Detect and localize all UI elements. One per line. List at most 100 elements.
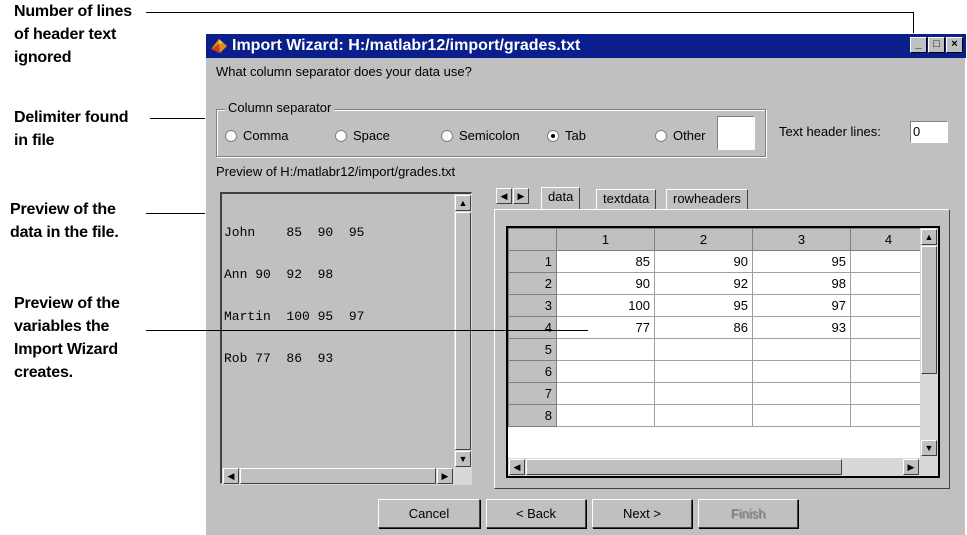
table-cell[interactable] (654, 338, 753, 361)
table-row: 5 (508, 338, 927, 361)
table-cell[interactable] (556, 360, 655, 383)
table-cell[interactable]: 95 (752, 250, 851, 273)
table-cell[interactable] (752, 404, 851, 427)
variable-grid: 1 2 3 4 1 85 90 95 2 90 92 98 3 100 95 97 4 77 86 93… (506, 226, 940, 478)
row-header[interactable]: 6 (508, 360, 557, 383)
table-cell[interactable]: 98 (752, 272, 851, 295)
back-button[interactable]: < Back (486, 499, 586, 528)
next-button[interactable]: Next > (592, 499, 692, 528)
table-cell[interactable] (850, 338, 927, 361)
table-cell[interactable] (752, 338, 851, 361)
preview-vertical-scrollbar[interactable]: ▲ ▼ (454, 194, 472, 468)
table-row: 1 85 90 95 (508, 250, 927, 273)
radio-comma[interactable]: Comma (225, 128, 289, 143)
close-button[interactable]: × (946, 37, 963, 53)
data-table: 1 2 3 4 1 85 90 95 2 90 92 98 3 100 95 97 4 77 86 93… (508, 228, 927, 427)
tab-textdata[interactable]: textdata (596, 189, 657, 209)
table-cell[interactable]: 90 (556, 272, 655, 295)
row-header[interactable]: 7 (508, 382, 557, 405)
maximize-button[interactable]: □ (928, 37, 945, 53)
table-cell[interactable]: 85 (556, 250, 655, 273)
table-row: 2 90 92 98 (508, 272, 927, 295)
table-cell[interactable] (850, 404, 927, 427)
scroll-thumb-horizontal[interactable] (526, 459, 842, 475)
tab-scroll-right-icon[interactable]: ▶ (513, 188, 529, 204)
radio-dot (335, 130, 347, 142)
table-cell[interactable] (752, 382, 851, 405)
preview-lines: John 85 90 95 Ann 90 92 98 Martin 100 95… (224, 225, 365, 366)
scroll-thumb[interactable] (921, 246, 937, 374)
table-cell[interactable]: 100 (556, 294, 655, 317)
table-cell[interactable]: 86 (654, 316, 753, 339)
callout-variables-preview: Preview of the variables the Import Wiza… (14, 295, 120, 381)
scroll-right-arrow-icon[interactable]: ▶ (903, 459, 919, 475)
row-header[interactable]: 4 (508, 316, 557, 339)
table-cell[interactable]: 95 (654, 294, 753, 317)
scroll-left-arrow-icon[interactable]: ◀ (223, 468, 239, 484)
table-cell[interactable]: 77 (556, 316, 655, 339)
table-cell[interactable]: 90 (654, 250, 753, 273)
leader-header-lines (146, 12, 914, 13)
column-header[interactable]: 3 (752, 228, 851, 251)
tab-rowheaders[interactable]: rowheaders (666, 189, 748, 209)
table-row: 4 77 86 93 (508, 316, 927, 339)
row-header[interactable]: 5 (508, 338, 557, 361)
scroll-down-arrow-icon[interactable]: ▼ (921, 440, 937, 456)
table-cell[interactable] (654, 404, 753, 427)
row-header[interactable]: 2 (508, 272, 557, 295)
scroll-right-arrow-icon[interactable]: ▶ (437, 468, 453, 484)
radio-dot (225, 130, 237, 142)
header-lines-label: Text header lines: (779, 124, 881, 139)
cancel-button[interactable]: Cancel (378, 499, 480, 528)
table-cell[interactable]: 92 (654, 272, 753, 295)
radio-dot (441, 130, 453, 142)
tab-data[interactable]: data (541, 187, 581, 209)
table-cell[interactable]: 97 (752, 294, 851, 317)
preview-horizontal-scrollbar[interactable]: ◀ ▶ (222, 468, 472, 485)
radio-space[interactable]: Space (335, 128, 390, 143)
radio-tab[interactable]: Tab (547, 128, 586, 143)
table-cell[interactable] (850, 316, 927, 339)
table-cell[interactable] (654, 360, 753, 383)
tab-scroll-left-icon[interactable]: ◀ (496, 188, 512, 204)
scroll-down-arrow-icon[interactable]: ▼ (455, 451, 471, 467)
finish-button[interactable]: Finish (698, 499, 798, 528)
scroll-thumb-horizontal[interactable] (240, 468, 436, 484)
table-cell[interactable] (556, 404, 655, 427)
window-title: Import Wizard: H:/matlabr12/import/grade… (232, 37, 581, 54)
other-separator-input[interactable] (717, 116, 755, 150)
grid-vertical-scrollbar[interactable]: ▲ ▼ (920, 228, 938, 458)
table-cell[interactable] (850, 250, 927, 273)
scroll-left-arrow-icon[interactable]: ◀ (509, 459, 525, 475)
matlab-logo-icon (211, 39, 227, 53)
table-cell[interactable] (556, 382, 655, 405)
table-row: 3 100 95 97 (508, 294, 927, 317)
table-cell[interactable] (850, 360, 927, 383)
corner-cell (508, 228, 557, 251)
scroll-up-arrow-icon[interactable]: ▲ (921, 229, 937, 245)
scroll-up-arrow-icon[interactable]: ▲ (455, 195, 471, 211)
header-lines-input[interactable]: 0 (910, 121, 948, 143)
table-cell[interactable] (850, 272, 927, 295)
row-header[interactable]: 3 (508, 294, 557, 317)
table-cell[interactable] (850, 382, 927, 405)
minimize-button[interactable]: _ (910, 37, 927, 53)
table-header-row: 1 2 3 4 (508, 228, 927, 251)
table-cell[interactable] (654, 382, 753, 405)
table-cell[interactable] (850, 294, 927, 317)
scroll-thumb[interactable] (455, 212, 471, 450)
radio-other[interactable]: Other (655, 128, 706, 143)
column-header[interactable]: 1 (556, 228, 655, 251)
column-header[interactable]: 2 (654, 228, 753, 251)
table-cell[interactable]: 93 (752, 316, 851, 339)
table-cell[interactable] (556, 338, 655, 361)
grid-horizontal-scrollbar[interactable]: ◀ ▶ (508, 458, 938, 476)
row-header[interactable]: 8 (508, 404, 557, 427)
radio-semicolon[interactable]: Semicolon (441, 128, 520, 143)
column-separator-group: Column separator Comma Space Semicolon T… (216, 100, 766, 157)
table-cell[interactable] (752, 360, 851, 383)
import-wizard-window: Import Wizard: H:/matlabr12/import/grade… (205, 33, 966, 535)
row-header[interactable]: 1 (508, 250, 557, 273)
column-header[interactable]: 4 (850, 228, 927, 251)
separator-question: What column separator does your data use… (216, 64, 472, 79)
